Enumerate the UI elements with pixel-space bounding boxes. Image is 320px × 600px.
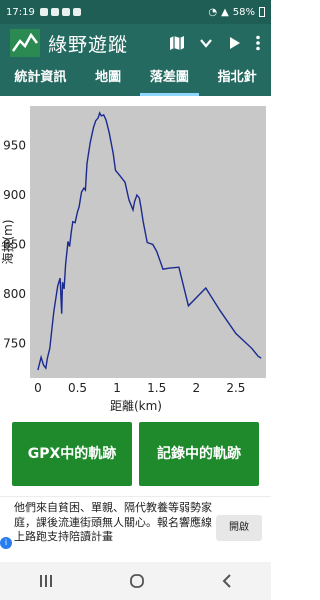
y-tick-label: 800 bbox=[3, 287, 26, 301]
tab-bar: 統計資訊 地圖 落差圖 指北針 bbox=[0, 62, 271, 96]
y-tick-label: 950 bbox=[3, 139, 26, 153]
notification-icon bbox=[50, 8, 59, 16]
ad-info-icon[interactable]: i bbox=[0, 537, 12, 549]
app-logo-icon bbox=[10, 29, 40, 57]
app-title: 綠野遊蹤 bbox=[48, 33, 129, 56]
x-axis-label: 距離(km) bbox=[110, 399, 162, 413]
notification-icon bbox=[61, 8, 70, 16]
y-axis-label: 海拔(m) bbox=[0, 219, 15, 264]
notification-icon bbox=[39, 8, 48, 16]
x-tick-label: 2 bbox=[192, 381, 200, 395]
app-bar: 綠野遊蹤 bbox=[0, 24, 271, 62]
ad-banner[interactable]: i 他們來自貧困、單親、隔代教養等弱勢家庭，課後流連街頭無人關心。報名響應線上路… bbox=[0, 496, 271, 562]
y-tick-label: 750 bbox=[3, 336, 26, 350]
chevron-down-icon[interactable] bbox=[199, 36, 213, 50]
signal-icon: ▲ bbox=[221, 6, 229, 18]
x-tick-label: 0 bbox=[34, 381, 42, 395]
elevation-chart: 0 0.5 1 1.5 2 2.5 750800850900950 距離(km) 海拔(m… bbox=[0, 106, 266, 413]
notification-icon bbox=[72, 8, 81, 16]
tab-compass[interactable]: 指北針 bbox=[203, 62, 271, 96]
home-icon[interactable] bbox=[129, 573, 145, 589]
plot-background bbox=[30, 106, 266, 378]
x-tick-label: 2.5 bbox=[226, 381, 245, 395]
status-bar: 17:19 ◔ ▲ 58% bbox=[0, 0, 271, 24]
tab-elevation-profile[interactable]: 落差圖 bbox=[136, 62, 204, 96]
status-time: 17:19 bbox=[6, 6, 35, 18]
tab-statistics[interactable]: 統計資訊 bbox=[0, 62, 81, 96]
battery-icon bbox=[259, 7, 265, 17]
y-tick-label: 900 bbox=[3, 188, 26, 202]
wifi-icon: ◔ bbox=[208, 6, 218, 18]
play-icon[interactable] bbox=[227, 36, 241, 50]
x-tick-label: 1 bbox=[113, 381, 121, 395]
gpx-track-button[interactable]: GPX中的軌跡 bbox=[12, 422, 132, 486]
ad-text[interactable]: 他們來自貧困、單親、隔代教養等弱勢家庭，課後流連街頭無人關心。報名響應線上路跑支… bbox=[14, 501, 214, 545]
x-tick-label: 0.5 bbox=[68, 381, 87, 395]
more-vertical-icon[interactable] bbox=[255, 35, 261, 51]
ad-open-button[interactable]: 開啟 bbox=[216, 515, 262, 541]
recent-apps-icon[interactable] bbox=[38, 574, 54, 588]
map-icon[interactable] bbox=[169, 35, 185, 51]
recorded-track-button[interactable]: 記錄中的軌跡 bbox=[139, 422, 259, 486]
x-tick-label: 1.5 bbox=[147, 381, 166, 395]
elevation-chart-area: 0 0.5 1 1.5 2 2.5 750 800 850 900 950 距離(km) 海拔(m… bbox=[0, 96, 271, 416]
back-icon[interactable] bbox=[221, 573, 233, 589]
system-nav-bar bbox=[0, 562, 271, 600]
tab-map[interactable]: 地圖 bbox=[81, 62, 136, 96]
battery-percent: 58% bbox=[232, 6, 255, 18]
